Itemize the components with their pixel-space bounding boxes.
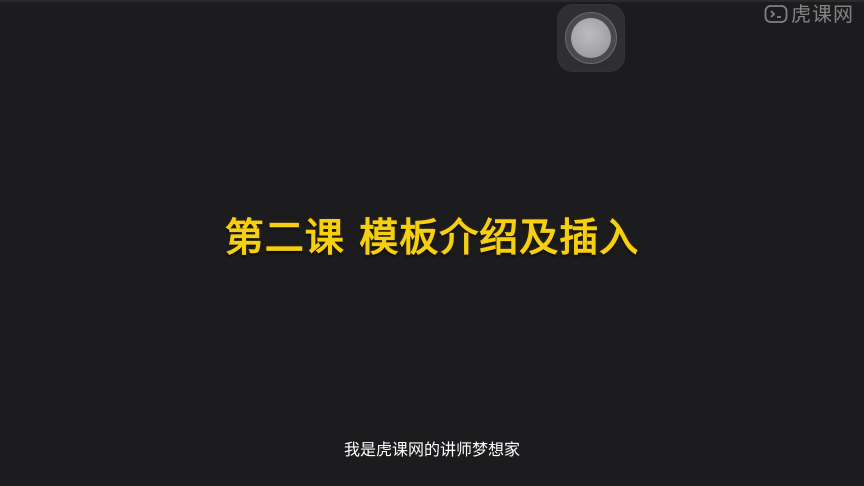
tiger-logo-icon [764, 3, 788, 25]
site-watermark: 虎课网 [764, 3, 854, 25]
subtitle-caption: 我是虎课网的讲师梦想家 [343, 440, 520, 459]
watermark-brand-text: 虎课网 [791, 2, 854, 26]
assistive-touch-icon [571, 18, 611, 58]
video-frame: 虎课网 第二课 模板介绍及插入 我是虎课网的讲师梦想家 [0, 0, 864, 486]
lesson-title: 第二课 模板介绍及插入 [224, 216, 640, 261]
top-edge-divider [0, 0, 864, 2]
assistive-touch-button[interactable] [557, 4, 625, 72]
